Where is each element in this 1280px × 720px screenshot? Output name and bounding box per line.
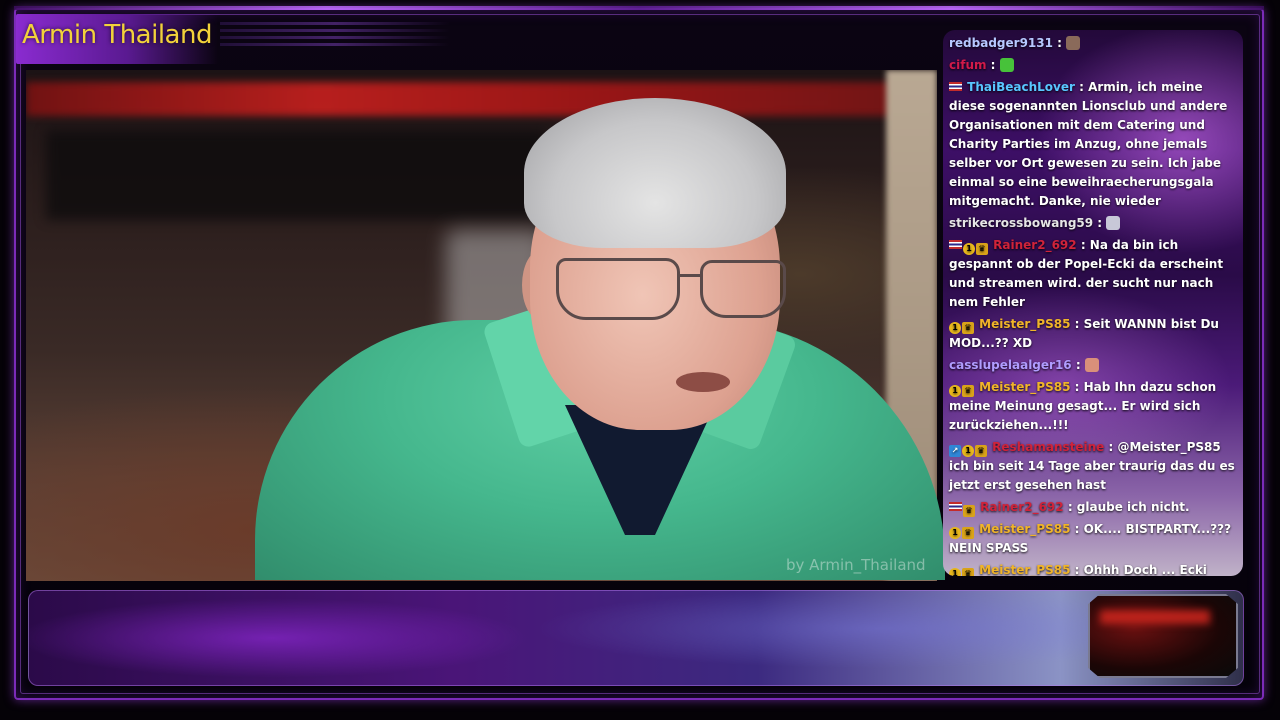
glasses-right-lens — [700, 260, 786, 318]
chat-separator: : — [1104, 440, 1118, 454]
secondary-camera-light — [1100, 610, 1210, 624]
chat-separator: : — [1070, 317, 1084, 331]
chat-message: redbadger9131 : — [949, 34, 1241, 53]
chat-username[interactable]: Meister_PS85 — [975, 563, 1070, 576]
chat-separator: : — [1063, 500, 1077, 514]
background-light-strip — [26, 82, 906, 116]
emote-icon — [999, 58, 1014, 72]
glasses-bridge — [678, 274, 702, 277]
chat-message: 1 ♛ Meister_PS85 : OK.... BISTPARTY...???… — [949, 520, 1241, 558]
stream-overlay: Armin Thailand by Armin_Thailand redbadg… — [0, 0, 1280, 720]
chat-separator: : — [1076, 238, 1090, 252]
title-decoration — [220, 18, 450, 54]
chat-username[interactable]: ThaiBeachLover — [963, 80, 1075, 94]
chat-username[interactable]: Reshamansteine — [988, 440, 1104, 454]
flag-badge-icon — [949, 502, 962, 511]
crown-badge-icon: ♛ — [962, 568, 974, 576]
watermark: by Armin_Thailand — [786, 556, 926, 574]
gold-badge-icon: 1 — [949, 322, 961, 334]
chat-separator: : — [1071, 358, 1085, 372]
chat-separator: : — [1070, 522, 1084, 536]
crown-badge-icon: ♛ — [962, 322, 974, 334]
chat-separator: : — [1052, 36, 1067, 50]
gold-badge-icon: 1 — [962, 445, 974, 457]
chat-separator: : — [986, 58, 1000, 72]
crown-badge-icon: ♛ — [963, 505, 975, 517]
chat-message: strikecrossbowang59 : — [949, 214, 1241, 233]
background-shelf — [46, 130, 546, 220]
chat-panel[interactable]: redbadger9131 : cifum : ThaiBeachLover :… — [943, 30, 1243, 576]
stream-title: Armin Thailand — [22, 20, 212, 50]
chat-message: ThaiBeachLover : Armin, ich meine diese … — [949, 78, 1241, 211]
flag-badge-icon — [949, 82, 962, 91]
chat-username[interactable]: strikecrossbowang59 — [949, 216, 1093, 230]
chat-message: 1 ♛ Meister_PS85 : Hab Ihn dazu schon mei… — [949, 378, 1241, 435]
gold-badge-icon: 1 — [949, 527, 961, 539]
mod-badge-icon: ↗ — [949, 445, 961, 457]
emote-icon — [1106, 216, 1121, 230]
chat-username[interactable]: Rainer2_692 — [976, 500, 1063, 514]
chat-message: 1♛ Meister_PS85 : Ohhh Doch ... Ecki ver… — [949, 561, 1241, 576]
chat-username[interactable]: redbadger9131 — [949, 36, 1053, 50]
chat-separator: : — [1074, 80, 1089, 94]
chat-username[interactable]: Rainer2_692 — [989, 238, 1076, 252]
person-hair — [524, 98, 786, 248]
crown-badge-icon: ♛ — [962, 385, 974, 397]
chat-message-text: glaube ich nicht. — [1076, 500, 1190, 514]
chat-separator: : — [1070, 563, 1084, 576]
chat-username[interactable]: Meister_PS85 — [975, 380, 1070, 394]
chat-message: cifum : — [949, 56, 1241, 75]
gold-badge-icon: 1 — [949, 385, 961, 397]
chat-separator: : — [1093, 216, 1107, 230]
bottom-banner — [28, 590, 1244, 686]
chat-message: 1 ♛ Rainer2_692 : Na da bin ich gespannt … — [949, 236, 1241, 312]
glasses-left-lens — [556, 258, 680, 320]
chat-username[interactable]: cifum — [949, 58, 987, 72]
gold-badge-icon: 1 — [963, 243, 975, 255]
chat-username[interactable]: casslupelaalger16 — [949, 358, 1072, 372]
emote-icon — [1084, 358, 1099, 372]
chat-separator: : — [1070, 380, 1084, 394]
chat-message: casslupelaalger16 : — [949, 356, 1241, 375]
crown-badge-icon: ♛ — [962, 527, 974, 539]
crown-badge-icon: ♛ — [975, 445, 987, 457]
secondary-camera — [1088, 594, 1238, 678]
chat-username[interactable]: Meister_PS85 — [975, 317, 1070, 331]
chat-message-list[interactable]: redbadger9131 : cifum : ThaiBeachLover :… — [949, 34, 1241, 576]
chat-message: ↗ 1 ♛ Reshamansteine : @Meister_PS85 ich b… — [949, 438, 1241, 495]
chat-message: ♛ Rainer2_692 : glaube ich nicht. — [949, 498, 1241, 517]
gold-badge-icon: 1 — [949, 568, 961, 576]
person-mouth — [676, 372, 730, 392]
chat-username[interactable]: Meister_PS85 — [975, 522, 1070, 536]
chat-message: 1 ♛ Meister_PS85 : Seit WANNN bist Du MOD… — [949, 315, 1241, 353]
flag-badge-icon — [949, 240, 962, 249]
chat-message-text: Armin, ich meine diese sogenannten Lions… — [949, 80, 1228, 208]
crown-badge-icon: ♛ — [976, 243, 988, 255]
emote-icon — [1066, 36, 1081, 50]
neon-strip — [14, 6, 1264, 10]
